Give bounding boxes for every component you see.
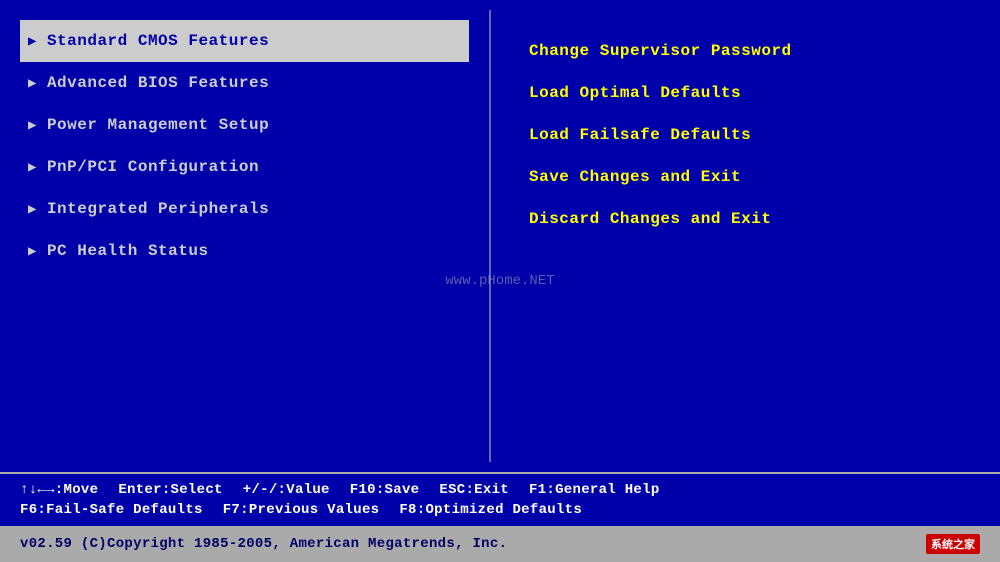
help-key-2: +/-/:Value xyxy=(243,482,330,498)
right-menu-item-4[interactable]: Discard Changes and Exit xyxy=(521,198,970,240)
left-menu-item-0[interactable]: ▶ Standard CMOS Features xyxy=(20,20,469,62)
right-item-label: Save Changes and Exit xyxy=(529,168,741,186)
bottom-help-bar: ↑↓←→:Move Enter:Select +/-/:Value F10:Save E… xyxy=(0,472,1000,526)
menu-item-label: Standard CMOS Features xyxy=(47,32,269,50)
menu-arrow-icon: ▶ xyxy=(28,201,37,218)
copyright-bar: v02.59 (C)Copyright 1985-2005, American … xyxy=(0,526,1000,562)
menu-arrow-icon: ▶ xyxy=(28,159,37,176)
left-menu-panel: ▶ Standard CMOS Features ▶ Advanced BIOS Fe… xyxy=(0,10,490,462)
right-menu-panel: Change Supervisor Password Load Optimal D… xyxy=(491,10,1000,462)
left-menu-item-2[interactable]: ▶ Power Management Setup xyxy=(20,104,469,146)
help-key-5: F1:General Help xyxy=(529,482,660,498)
help-row-1: ↑↓←→:Move Enter:Select +/-/:Value F10:Save E… xyxy=(20,482,980,498)
bios-screen: ▶ Standard CMOS Features ▶ Advanced BIOS Fe… xyxy=(0,0,1000,562)
logo-badge: 系统之家 xyxy=(926,534,980,554)
right-item-label: Load Optimal Defaults xyxy=(529,84,741,102)
left-menu-item-1[interactable]: ▶ Advanced BIOS Features xyxy=(20,62,469,104)
logo-area: 系统之家 xyxy=(926,534,980,554)
left-menu-item-5[interactable]: ▶ PC Health Status xyxy=(20,230,469,272)
menu-item-label: Power Management Setup xyxy=(47,116,269,134)
right-menu-item-3[interactable]: Save Changes and Exit xyxy=(521,156,970,198)
right-item-label: Discard Changes and Exit xyxy=(529,210,771,228)
right-item-label: Change Supervisor Password xyxy=(529,42,792,60)
copyright-text: v02.59 (C)Copyright 1985-2005, American … xyxy=(20,536,507,552)
help-key-r2-1: F7:Previous Values xyxy=(223,502,380,518)
menu-item-label: Integrated Peripherals xyxy=(47,200,269,218)
left-menu-item-4[interactable]: ▶ Integrated Peripherals xyxy=(20,188,469,230)
menu-arrow-icon: ▶ xyxy=(28,75,37,92)
menu-item-label: Advanced BIOS Features xyxy=(47,74,269,92)
help-key-1: Enter:Select xyxy=(118,482,222,498)
menu-arrow-icon: ▶ xyxy=(28,33,37,50)
help-key-3: F10:Save xyxy=(350,482,420,498)
right-menu-item-2[interactable]: Load Failsafe Defaults xyxy=(521,114,970,156)
help-key-0: ↑↓←→:Move xyxy=(20,482,98,498)
right-menu-item-1[interactable]: Load Optimal Defaults xyxy=(521,72,970,114)
right-menu-item-0[interactable]: Change Supervisor Password xyxy=(521,30,970,72)
menu-item-label: PnP/PCI Configuration xyxy=(47,158,259,176)
help-key-r2-2: F8:Optimized Defaults xyxy=(399,502,582,518)
help-row-2: F6:Fail-Safe Defaults F7:Previous Values F… xyxy=(20,502,980,518)
menu-item-label: PC Health Status xyxy=(47,242,209,260)
help-key-r2-0: F6:Fail-Safe Defaults xyxy=(20,502,203,518)
main-content-area: ▶ Standard CMOS Features ▶ Advanced BIOS Fe… xyxy=(0,0,1000,472)
menu-arrow-icon: ▶ xyxy=(28,117,37,134)
right-item-label: Load Failsafe Defaults xyxy=(529,126,751,144)
menu-arrow-icon: ▶ xyxy=(28,243,37,260)
help-key-4: ESC:Exit xyxy=(439,482,509,498)
left-menu-item-3[interactable]: ▶ PnP/PCI Configuration xyxy=(20,146,469,188)
